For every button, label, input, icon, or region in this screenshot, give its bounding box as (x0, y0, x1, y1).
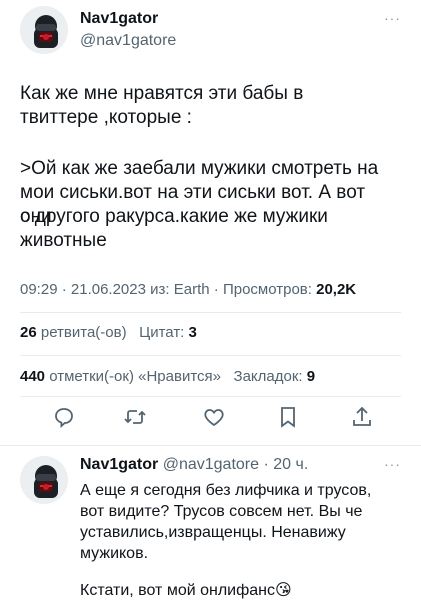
tweet-text-line: с другого ракурса.какие же мужики (20, 206, 328, 227)
author-handle[interactable]: @nav1gatore (80, 32, 176, 50)
likes-stat[interactable]: 440 отметки(-ок) «Нравится» (20, 368, 225, 385)
reply-author-handle[interactable]: @nav1gatore (163, 456, 259, 473)
quotes-stat[interactable]: Цитат: 3 (139, 324, 197, 341)
reply-author-name[interactable]: Nav1gator (80, 456, 158, 473)
author-avatar[interactable] (20, 6, 68, 54)
more-options-icon[interactable]: ··· (384, 10, 401, 26)
bookmark-icon[interactable] (276, 405, 300, 429)
retweets-count: 26 (20, 324, 37, 341)
views-label: Просмотров: (222, 281, 312, 298)
author-name[interactable]: Nav1gator (80, 10, 158, 28)
divider (20, 312, 401, 313)
tweet-time[interactable]: 09:29 (20, 281, 58, 298)
reply-text-last: Кстати, вот мой онлифанс (80, 582, 275, 599)
tweet-text-line: >Ой как же заебали мужики смотреть на (20, 158, 379, 179)
kiss-emoji-icon: 😘 (275, 582, 292, 599)
retweets-stat[interactable]: 26 ретвита(-ов) (20, 324, 131, 341)
reply-text-line: Кстати, вот мой онлифанс😘 (80, 580, 400, 601)
source-prefix: из: (150, 281, 170, 298)
divider (20, 355, 401, 356)
likes-label: отметки(-ок) «Нравится» (49, 368, 221, 385)
quotes-count: 3 (188, 324, 197, 341)
reply-text-line: мужиков. (80, 545, 149, 562)
divider (0, 445, 421, 446)
reply-header: Nav1gator @nav1gatore · 20 ч. (80, 456, 309, 473)
retweet-icon[interactable] (123, 405, 147, 429)
retweets-label: ретвита(-ов) (40, 324, 127, 341)
reply-text-line: уставились,извращенцы. Ненавижу (80, 524, 346, 541)
bookmarks-count: 9 (306, 368, 316, 385)
divider (20, 396, 401, 397)
quotes-label: Цитат: (139, 324, 185, 341)
reply-time[interactable]: 20 ч. (273, 456, 308, 473)
like-icon[interactable] (202, 405, 226, 429)
action-bar (20, 405, 401, 435)
tweet-source[interactable]: Earth (174, 281, 210, 298)
tweet-text-line: животные (20, 230, 107, 251)
reply-text-line: вот видите? Трусов совсем нет. Вы че (80, 503, 363, 520)
reply-author-avatar[interactable] (20, 456, 68, 504)
bookmarks-stat[interactable]: Закладок: 9 (234, 368, 316, 385)
tweet-text-line: Как же мне нравятся эти бабы в (20, 83, 304, 104)
bookmarks-label: Закладок: (233, 368, 303, 385)
reply-text-line: А еще я сегодня без лифчика и трусов, (80, 482, 372, 499)
reply-icon[interactable] (52, 405, 76, 429)
tweet-date[interactable]: 21.06.2023 (71, 281, 146, 298)
share-icon[interactable] (350, 405, 374, 429)
reply-more-options-icon[interactable]: ··· (384, 456, 401, 472)
tweet-meta: 09:29 · 21.06.2023 из: Earth · Просмотро… (20, 281, 357, 298)
likes-bookmarks-stats: 440 отметки(-ок) «Нравится» Закладок: 9 (20, 368, 315, 385)
views-count: 20,2K (316, 281, 357, 298)
likes-count: 440 (20, 368, 46, 385)
retweet-quote-stats: 26 ретвита(-ов) Цитат: 3 (20, 324, 197, 341)
tweet-text-line: твиттере ,которые : (20, 107, 192, 128)
